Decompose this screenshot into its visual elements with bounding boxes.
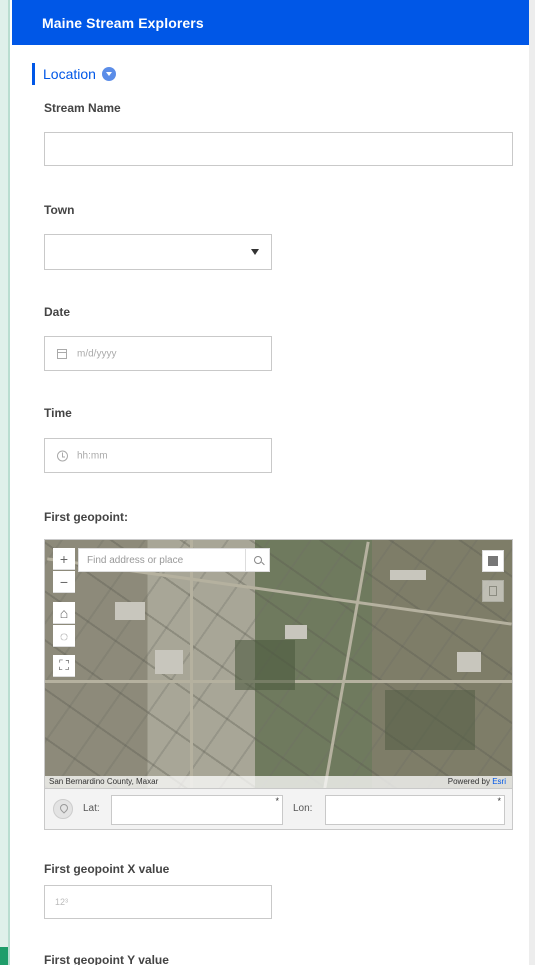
zoom-in-button[interactable]: + (53, 548, 75, 570)
map-attribution: San Bernardino County, Maxar (49, 777, 159, 786)
lat-required-mark: * (275, 796, 279, 806)
locate-button[interactable]: ◌ (53, 625, 75, 647)
map-building (115, 602, 145, 620)
map-building (390, 570, 426, 580)
map-vegetation (235, 640, 295, 690)
map-road (323, 541, 370, 788)
time-input[interactable]: hh:mm (44, 438, 272, 473)
map-powered-by: Powered by Esri (448, 777, 506, 786)
lon-required-mark: * (497, 796, 501, 806)
map-attribution-bar: San Bernardino County, Maxar Powered by … (45, 776, 512, 788)
minus-icon: − (59, 573, 69, 590)
lon-label: Lon: (293, 803, 313, 814)
map-vegetation (385, 690, 475, 750)
geopoint-coordinates: Lat: * Lon: * (44, 789, 513, 830)
number-icon: 12³ (55, 897, 69, 907)
basemap-icon (488, 556, 498, 566)
lon-input[interactable]: * (325, 795, 505, 825)
search-icon (253, 556, 262, 564)
lat-label: Lat: (83, 803, 100, 814)
calendar-icon (57, 348, 67, 359)
right-scroll-edge (529, 0, 535, 965)
clock-icon (57, 450, 68, 461)
geopoint-x-input[interactable]: 12³ (44, 885, 272, 919)
map-search-placeholder: Find address or place (87, 555, 184, 566)
map-search-input[interactable]: Find address or place (78, 548, 270, 572)
geopoint-x-label: First geopoint X value (44, 862, 170, 876)
zoom-out-button[interactable]: − (53, 571, 75, 593)
geopoint-label: First geopoint: (44, 510, 128, 524)
map-building (285, 625, 307, 639)
map-building (155, 650, 183, 674)
map-road (190, 540, 193, 788)
rail-indicator (0, 947, 8, 965)
section-location[interactable]: Location (32, 63, 116, 85)
stream-name-label: Stream Name (44, 101, 121, 115)
time-label: Time (44, 406, 72, 420)
home-button[interactable]: ⌂ (53, 602, 75, 624)
plus-icon: + (59, 550, 69, 567)
date-input[interactable]: m/d/yyyy (44, 336, 272, 371)
esri-link[interactable]: Esri (492, 777, 506, 786)
town-label: Town (44, 203, 75, 217)
fullscreen-button[interactable]: ⛶ (53, 655, 75, 677)
left-rail (0, 0, 10, 965)
stream-name-input[interactable] (44, 132, 513, 166)
clear-point-button[interactable] (482, 580, 504, 602)
time-placeholder: hh:mm (77, 450, 108, 461)
map-building (457, 652, 481, 672)
form-title: Maine Stream Explorers (42, 15, 204, 31)
date-label: Date (44, 305, 71, 319)
home-icon: ⌂ (59, 604, 69, 621)
section-title: Location (43, 66, 96, 82)
form-header: Maine Stream Explorers (12, 0, 529, 45)
powered-by-text: Powered by (447, 777, 493, 786)
dropdown-arrow-icon (251, 249, 259, 255)
date-placeholder: m/d/yyyy (77, 348, 117, 359)
geopoint-map[interactable]: + − ⌂ ◌ ⛶ Find address or place San Bern… (44, 539, 513, 789)
geopoint-y-label: First geopoint Y value (44, 953, 169, 965)
collapse-chevron-icon[interactable] (101, 67, 116, 81)
basemap-toggle-button[interactable] (482, 550, 504, 572)
lat-input[interactable]: * (111, 795, 283, 825)
town-select[interactable] (44, 234, 272, 270)
location-pin-icon[interactable] (53, 799, 73, 819)
map-search-button[interactable] (245, 549, 269, 571)
locate-icon: ◌ (59, 627, 69, 644)
trash-icon (489, 586, 497, 596)
fullscreen-icon: ⛶ (59, 657, 69, 673)
